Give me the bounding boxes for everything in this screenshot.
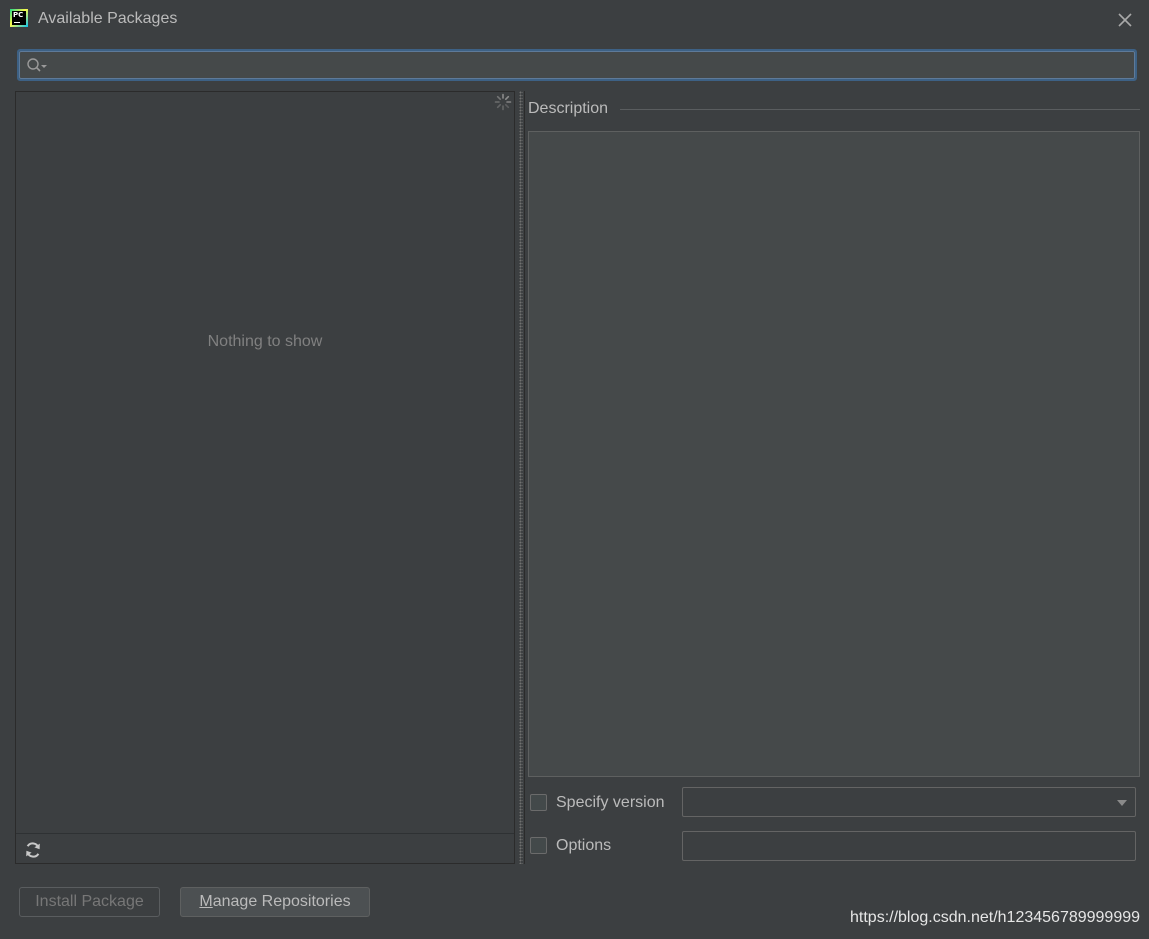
window-title: Available Packages xyxy=(38,10,178,27)
specify-version-checkbox[interactable] xyxy=(530,794,547,811)
description-header: Description xyxy=(528,100,1140,120)
available-packages-dialog: PC Available Packages Nothing to show De… xyxy=(0,0,1149,939)
description-box xyxy=(528,131,1140,777)
empty-list-text: Nothing to show xyxy=(207,333,323,350)
watermark-text: https://blog.csdn.net/h123456789999999 xyxy=(850,909,1141,926)
version-dropdown[interactable] xyxy=(682,787,1136,817)
options-checkbox[interactable] xyxy=(530,837,547,854)
install-package-button[interactable]: Install Package xyxy=(19,887,160,917)
list-toolbar xyxy=(16,833,514,863)
title-bar: PC Available Packages xyxy=(0,0,1149,40)
manage-mnemonic: M xyxy=(199,893,213,910)
description-title: Description xyxy=(528,100,615,118)
specify-version-label: Specify version xyxy=(556,794,665,811)
spinner-icon xyxy=(494,93,512,111)
app-icon-text: PC xyxy=(12,11,26,25)
manage-label: anage Repositories xyxy=(212,893,351,910)
panel-splitter[interactable] xyxy=(517,91,525,864)
description-separator xyxy=(620,109,1140,110)
refresh-icon[interactable] xyxy=(24,841,42,859)
options-input[interactable] xyxy=(683,832,1135,860)
options-label: Options xyxy=(556,837,612,854)
package-list-panel: Nothing to show xyxy=(15,91,515,864)
search-field[interactable] xyxy=(17,49,1137,81)
splitter-line xyxy=(524,91,525,864)
pycharm-logo-icon: PC xyxy=(10,9,28,27)
search-icon[interactable] xyxy=(26,57,48,73)
manage-repositories-button[interactable]: Manage Repositories xyxy=(180,887,370,917)
package-list[interactable]: Nothing to show xyxy=(16,92,514,833)
splitter-grip xyxy=(519,91,523,864)
chevron-down-icon xyxy=(1117,800,1127,806)
close-icon[interactable] xyxy=(1114,9,1136,31)
options-field[interactable] xyxy=(682,831,1136,861)
search-input[interactable] xyxy=(53,53,1123,77)
